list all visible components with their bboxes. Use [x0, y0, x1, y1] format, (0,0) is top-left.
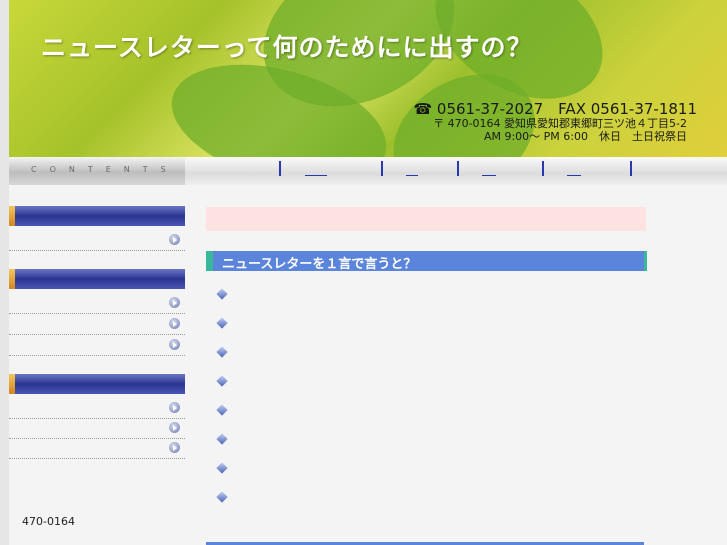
nav-links-area — [185, 157, 727, 185]
bullet-icon — [216, 433, 228, 445]
sidebar-item[interactable] — [9, 419, 185, 439]
sidebar-item[interactable] — [9, 294, 185, 314]
sidebar-section-header — [9, 374, 185, 394]
nav-link-3[interactable] — [482, 167, 496, 176]
bullet-icon — [216, 317, 228, 329]
arrow-icon[interactable] — [169, 339, 180, 350]
sidebar-section-header — [9, 206, 185, 226]
postal-code: 470-0164 — [22, 515, 75, 528]
nav-separator — [279, 161, 281, 176]
arrow-icon[interactable] — [169, 442, 180, 453]
sidebar-item[interactable] — [9, 315, 185, 335]
nav-separator — [542, 161, 544, 176]
bullet-icon — [216, 404, 228, 416]
left-margin-strip — [0, 0, 9, 545]
arrow-icon[interactable] — [169, 422, 180, 433]
contents-label: CONTENTS — [31, 165, 179, 174]
arrow-icon[interactable] — [169, 234, 180, 245]
sidebar-item[interactable] — [9, 399, 185, 419]
section-header: ニュースレターを１言で言うと？ — [206, 251, 647, 272]
sidebar-item[interactable] — [9, 336, 185, 356]
main-content: ニュースレターを１言で言うと？ — [185, 185, 727, 545]
nav-link-1[interactable] — [305, 167, 327, 176]
bullet-icon — [216, 491, 228, 503]
nav-link-4[interactable] — [567, 167, 581, 176]
sidebar: 470-0164 — [9, 185, 185, 545]
nav-link-2[interactable] — [406, 167, 418, 176]
nav-separator — [457, 161, 459, 176]
nav-separator — [630, 161, 632, 176]
bullet-icon — [216, 462, 228, 474]
section-title: ニュースレターを１言で言うと？ — [222, 257, 417, 272]
bullet-icon — [216, 346, 228, 358]
notice-box — [206, 207, 646, 231]
bullet-icon — [216, 288, 228, 300]
nav-separator — [381, 161, 383, 176]
arrow-icon[interactable] — [169, 318, 180, 329]
sidebar-item[interactable] — [9, 439, 185, 459]
arrow-icon[interactable] — [169, 402, 180, 413]
sidebar-section-header — [9, 269, 185, 289]
header-banner: ニュースレターって何のためにに出すの？ ☎ 0561-37-2027 FAX 0… — [9, 0, 727, 157]
business-hours: AM 9:00～ PM 6:00 休日 土日祝祭日 — [483, 130, 687, 143]
nav-bar: CONTENTS — [9, 157, 727, 185]
sidebar-item[interactable] — [9, 231, 185, 251]
bullet-icon — [216, 375, 228, 387]
page-title: ニュースレターって何のためにに出すの？ — [41, 33, 533, 62]
arrow-icon[interactable] — [169, 297, 180, 308]
